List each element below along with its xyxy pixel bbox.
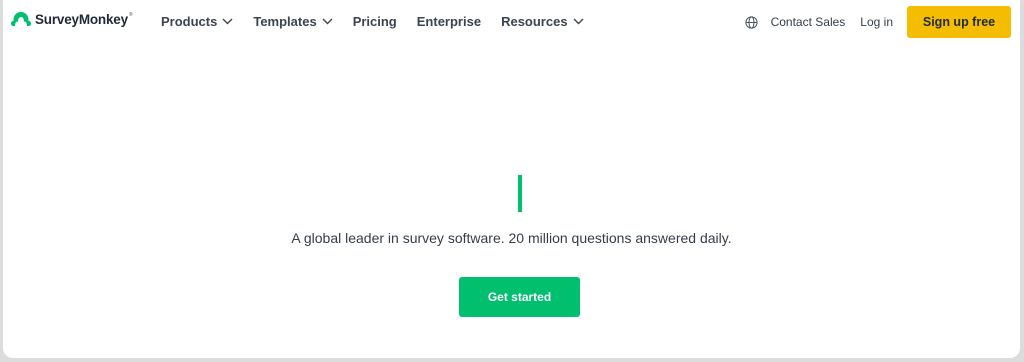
nav-item-enterprise[interactable]: Enterprise (417, 13, 481, 29)
get-started-button[interactable]: Get started (459, 277, 580, 317)
brand-name: SurveyMonkey (35, 11, 128, 27)
chevron-down-icon (322, 18, 333, 25)
hero-tagline: A global leader in survey software. 20 m… (291, 230, 732, 246)
nav-item-label: Resources (501, 13, 568, 29)
chevron-down-icon (222, 18, 233, 25)
main-nav: Products Templates Pricing Enterprise Re… (161, 13, 604, 29)
nav-item-pricing[interactable]: Pricing (353, 13, 397, 29)
page-frame: SurveyMonkey® Products Templates Pricing… (3, 0, 1020, 358)
nav-item-resources[interactable]: Resources (501, 13, 584, 29)
logo[interactable]: SurveyMonkey® (10, 9, 133, 29)
nav-item-label: Enterprise (416, 13, 482, 29)
contact-sales-link[interactable]: Contact Sales (771, 15, 846, 29)
text-cursor-bar (518, 175, 522, 212)
header-actions: Contact Sales Log in Sign up free (744, 6, 1011, 38)
sign-up-button[interactable]: Sign up free (907, 6, 1011, 38)
nav-item-products[interactable]: Products (161, 13, 233, 29)
nav-item-label: Products (161, 13, 218, 29)
site-header: SurveyMonkey® Products Templates Pricing… (3, 0, 1020, 44)
surveymonkey-logo-icon (11, 12, 31, 26)
login-link[interactable]: Log in (860, 15, 893, 29)
nav-item-label: Pricing (352, 13, 397, 29)
logo-text: SurveyMonkey® (35, 11, 133, 27)
nav-item-templates[interactable]: Templates (253, 13, 333, 29)
chevron-down-icon (573, 18, 584, 25)
brand-trademark: ® (128, 11, 133, 18)
globe-icon[interactable] (744, 15, 758, 29)
nav-item-label: Templates (253, 13, 317, 29)
